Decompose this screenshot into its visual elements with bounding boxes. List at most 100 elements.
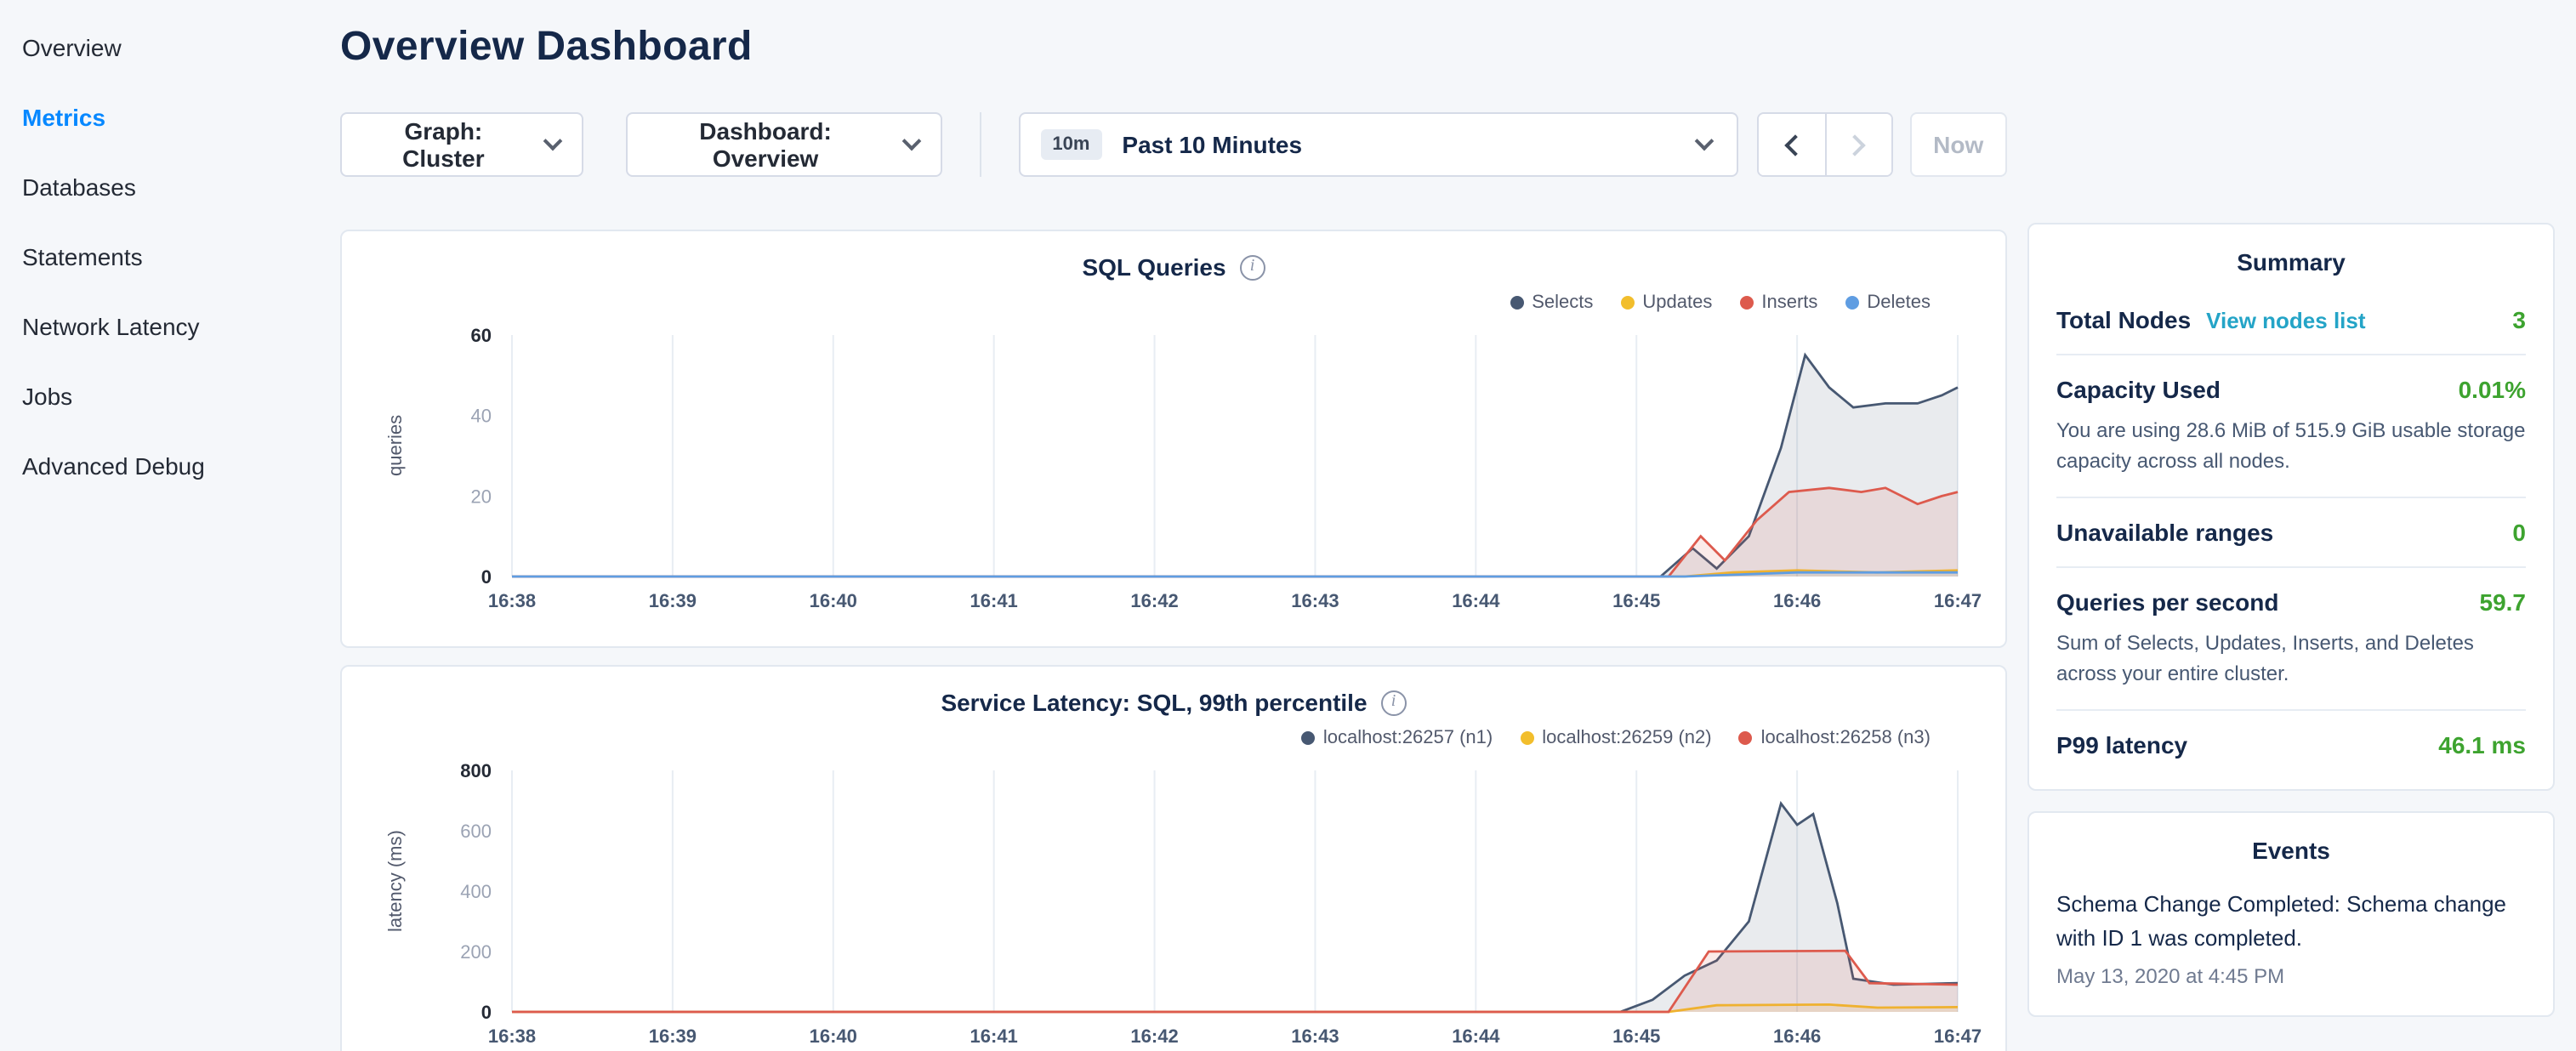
legend-label: localhost:26257 (n1)	[1323, 728, 1493, 748]
y-tick-label: 0	[481, 566, 492, 588]
x-tick-label: 16:45	[1612, 590, 1660, 611]
chevron-right-icon	[1845, 134, 1866, 155]
time-forward-button[interactable]	[1824, 114, 1891, 175]
x-tick-label: 16:42	[1130, 590, 1178, 611]
sql-queries-chart-panel: SQL Queries i Selects Updates Inserts Delet…	[340, 230, 2007, 648]
y-tick-label: 800	[460, 760, 492, 781]
y-tick-label: 60	[471, 325, 492, 346]
legend-dot-icon	[1739, 731, 1753, 745]
legend-item-localhost-26257-n1[interactable]: localhost:26257 (n1)	[1301, 728, 1493, 748]
chart-title-row: Service Latency: SQL, 99th percentile i	[366, 689, 1982, 716]
summary-row-capacity-used: Capacity Used 0.01% You are using 28.6 M…	[2056, 355, 2526, 498]
sidebar-item-advanced-debug[interactable]: Advanced Debug	[22, 432, 340, 502]
time-window-selector[interactable]: 10m Past 10 Minutes	[1018, 112, 1737, 177]
x-tick-label: 16:41	[970, 590, 1018, 611]
legend-dot-icon	[1520, 731, 1533, 745]
x-tick-label: 16:47	[1934, 1025, 1982, 1047]
x-tick-label: 16:46	[1773, 1025, 1821, 1047]
legend-item-inserts[interactable]: Inserts	[1739, 293, 1817, 313]
chart-title: SQL Queries	[1082, 253, 1225, 281]
chart-legend: localhost:26257 (n1) localhost:26259 (n2)…	[366, 726, 1982, 750]
x-tick-label: 16:39	[649, 590, 697, 611]
page-title: Overview Dashboard	[340, 24, 2007, 71]
y-tick-label: 200	[460, 941, 492, 963]
legend-dot-icon	[1510, 296, 1523, 310]
x-tick-label: 16:42	[1130, 1025, 1178, 1047]
legend-label: Updates	[1642, 293, 1712, 313]
summary-value: 59.7	[2480, 588, 2527, 616]
series-inserts-area	[512, 488, 1958, 577]
events-title: Events	[2056, 837, 2526, 864]
legend-dot-icon	[1620, 296, 1634, 310]
chevron-down-icon	[543, 132, 563, 151]
event-item[interactable]: Schema Change Completed: Schema change w…	[2056, 888, 2526, 989]
sidebar: Overview Metrics Databases Statements Ne…	[0, 0, 340, 1051]
x-tick-label: 16:40	[810, 590, 857, 611]
y-tick-label: 40	[471, 406, 492, 427]
view-nodes-list-link[interactable]: View nodes list	[2206, 308, 2365, 333]
y-tick-label: 400	[460, 881, 492, 902]
sidebar-item-network-latency[interactable]: Network Latency	[22, 293, 340, 362]
controls-bar: Graph: Cluster Dashboard: Overview 10m P…	[340, 112, 2007, 177]
event-timestamp: May 13, 2020 at 4:45 PM	[2056, 965, 2526, 989]
chart-legend: Selects Updates Inserts Deletes	[366, 291, 1982, 315]
sql-queries-chart: 16:3816:3916:4016:4116:4216:4316:4416:45…	[410, 318, 1992, 621]
summary-description: Sum of Selects, Updates, Inserts, and De…	[2056, 628, 2526, 689]
graph-dropdown[interactable]: Graph: Cluster	[340, 112, 584, 177]
controls-divider	[979, 112, 981, 177]
time-range-badge: 10m	[1040, 129, 1101, 160]
x-tick-label: 16:45	[1612, 1025, 1660, 1047]
x-tick-label: 16:41	[970, 1025, 1018, 1047]
dashboard-dropdown[interactable]: Dashboard: Overview	[627, 112, 942, 177]
legend-label: localhost:26258 (n3)	[1761, 728, 1931, 748]
sidebar-item-statements[interactable]: Statements	[22, 223, 340, 293]
y-tick-label: 20	[471, 486, 492, 507]
y-axis-label: queries	[383, 318, 410, 573]
dashboard-dropdown-label: Dashboard: Overview	[651, 117, 881, 172]
sidebar-item-jobs[interactable]: Jobs	[22, 362, 340, 432]
info-icon[interactable]: i	[1381, 690, 1407, 715]
time-back-button[interactable]	[1758, 114, 1824, 175]
legend-item-localhost-26258-n3[interactable]: localhost:26258 (n3)	[1739, 728, 1931, 748]
legend-item-selects[interactable]: Selects	[1510, 293, 1593, 313]
legend-item-localhost-26259-n2[interactable]: localhost:26259 (n2)	[1520, 728, 1711, 748]
summary-label: Capacity Used	[2056, 376, 2221, 403]
x-tick-label: 16:44	[1452, 590, 1500, 611]
legend-dot-icon	[1845, 296, 1858, 310]
summary-value: 0	[2512, 519, 2526, 546]
summary-row-unavailable-ranges: Unavailable ranges 0	[2056, 498, 2526, 568]
time-range-label: Past 10 Minutes	[1122, 131, 1697, 158]
x-tick-label: 16:40	[810, 1025, 857, 1047]
sidebar-item-overview[interactable]: Overview	[22, 14, 340, 83]
legend-dot-icon	[1301, 731, 1315, 745]
summary-label: P99 latency	[2056, 731, 2187, 758]
summary-panel: Summary Total Nodes View nodes list 3 Ca…	[2027, 223, 2555, 791]
x-tick-label: 16:44	[1452, 1025, 1500, 1047]
summary-value: 46.1 ms	[2438, 731, 2526, 758]
summary-value: 3	[2512, 306, 2526, 333]
app-root: Overview Metrics Databases Statements Ne…	[0, 0, 2576, 1051]
summary-row-total-nodes: Total Nodes View nodes list 3	[2056, 286, 2526, 355]
summary-label: Queries per second	[2056, 588, 2278, 616]
now-button[interactable]: Now	[1909, 112, 2007, 177]
info-icon[interactable]: i	[1240, 254, 1265, 280]
y-tick-label: 600	[460, 821, 492, 842]
x-tick-label: 16:39	[649, 1025, 697, 1047]
series-localhost-26258-n3-area	[512, 951, 1958, 1012]
legend-label: Selects	[1532, 293, 1593, 313]
sidebar-item-metrics[interactable]: Metrics	[22, 83, 340, 153]
summary-row-p99-latency: P99 latency 46.1 ms	[2056, 711, 2526, 779]
summary-label: Total Nodes	[2056, 306, 2191, 333]
sidebar-item-databases[interactable]: Databases	[22, 153, 340, 223]
graph-dropdown-label: Graph: Cluster	[364, 117, 523, 172]
chart-body: latency (ms) 16:3816:3916:4016:4116:4216…	[366, 753, 1982, 1051]
legend-item-updates[interactable]: Updates	[1620, 293, 1712, 313]
y-tick-label: 0	[481, 1002, 492, 1023]
legend-item-deletes[interactable]: Deletes	[1845, 293, 1931, 313]
chevron-down-icon	[901, 132, 921, 151]
summary-label: Unavailable ranges	[2056, 519, 2273, 546]
legend-label: Inserts	[1761, 293, 1817, 313]
chevron-left-icon	[1783, 134, 1805, 155]
chevron-down-icon	[1694, 132, 1714, 151]
x-tick-label: 16:38	[488, 590, 536, 611]
